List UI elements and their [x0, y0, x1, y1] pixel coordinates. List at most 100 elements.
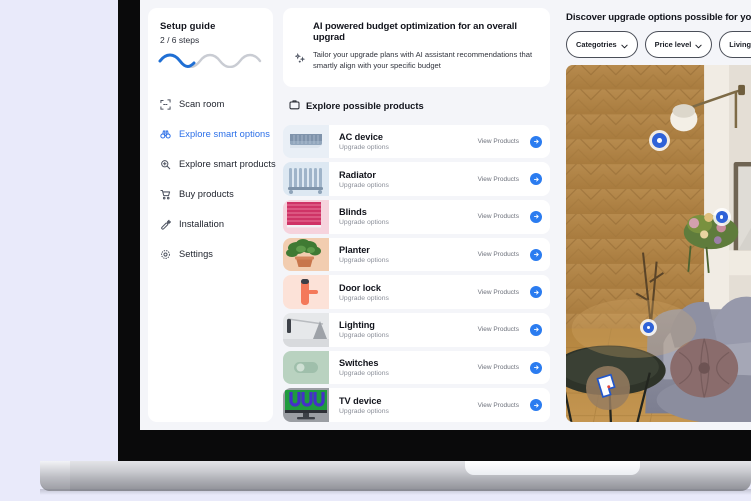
view-products-link[interactable]: View Products [478, 138, 519, 145]
product-title: AC device [339, 132, 383, 143]
sidebar-item-label: Explore smart products [179, 159, 276, 169]
sidebar-item-settings[interactable]: Settings [148, 239, 273, 269]
sidebar-item-buy-products[interactable]: Buy products [148, 179, 273, 209]
room-photo [566, 65, 751, 422]
filter-chip-categories[interactable]: Categotries [566, 31, 638, 58]
sidebar-item-explore-smart-products[interactable]: Explore smart products [148, 149, 276, 179]
laptop-shadow [40, 489, 751, 495]
view-products-link[interactable]: View Products [478, 289, 519, 296]
scan-frame-icon [160, 98, 171, 110]
viewer-panel: Discover upgrade options possible for yo… [560, 8, 751, 422]
sidebar-nav: Scan room Explore smart options Explore … [148, 89, 276, 269]
briefcase-icon [289, 97, 300, 115]
view-products-link[interactable]: View Products [478, 251, 519, 258]
product-title: Radiator [339, 169, 376, 180]
product-list: AC device Upgrade options View Products [283, 124, 550, 422]
view-products-link[interactable]: View Products [478, 364, 519, 371]
arrow-right-circle-icon[interactable] [530, 286, 542, 299]
shopping-cart-icon [160, 189, 171, 200]
product-subtitle: Upgrade options [339, 144, 389, 152]
chevron-down-icon [695, 36, 702, 54]
product-title: Switches [339, 358, 379, 369]
wrench-icon [160, 219, 171, 230]
filter-chip-label: Categotries [576, 40, 617, 49]
room-3d-viewer[interactable] [566, 65, 751, 422]
setup-steps-label: 2 / 6 steps [160, 35, 200, 45]
product-thumbnail-lighting [283, 313, 329, 347]
arrow-right-circle-icon[interactable] [530, 135, 542, 148]
product-title: TV device [339, 395, 382, 406]
product-subtitle: Upgrade options [339, 294, 389, 302]
sidebar-item-scan-room[interactable]: Scan room [148, 89, 273, 119]
view-products-link[interactable]: View Products [478, 176, 519, 183]
sidebar-item-label: Scan room [179, 99, 225, 109]
laptop-screen: Setup guide 2 / 6 steps Scan room Explor… [140, 0, 751, 430]
viewer-panel-title: Discover upgrade options possible for yo… [566, 12, 751, 23]
product-thumbnail-switches [283, 350, 329, 385]
floorplan-minimap-badge[interactable] [586, 366, 630, 410]
product-subtitle: Upgrade options [339, 257, 389, 265]
ai-budget-banner: AI powered budget optimization for an ov… [283, 8, 550, 87]
product-title: Lighting [339, 320, 375, 331]
product-row-ac-device[interactable]: AC device Upgrade options View Products [283, 124, 550, 159]
product-row-radiator[interactable]: Radiator Upgrade options View Products [283, 162, 550, 197]
floorplan-icon [595, 373, 621, 404]
products-section-header: Explore possible products [283, 95, 550, 117]
sidebar-item-label: Explore smart options [179, 129, 270, 139]
product-thumbnail-ac-device [283, 124, 329, 159]
product-subtitle: Upgrade options [339, 370, 389, 378]
view-products-link[interactable]: View Products [478, 402, 519, 409]
laptop-foot-left [40, 461, 70, 491]
sidebar-item-installation[interactable]: Installation [148, 209, 273, 239]
chevron-down-icon [621, 36, 628, 54]
sidebar-item-label: Installation [179, 219, 225, 229]
product-row-switches[interactable]: Switches Upgrade options View Products [283, 350, 550, 385]
sidebar-item-explore-smart-options[interactable]: Explore smart options [148, 119, 273, 149]
product-thumbnail-blinds [283, 200, 329, 234]
filter-chip-room[interactable]: Living room [719, 31, 751, 58]
product-title: Blinds [339, 207, 367, 218]
product-thumbnail-planter [283, 237, 329, 272]
laptop-base [40, 461, 751, 491]
app-window: Setup guide 2 / 6 steps Scan room Explor… [140, 0, 751, 430]
product-row-tv-device[interactable]: TV device Upgrade options View Products [283, 388, 550, 422]
arrow-right-circle-icon[interactable] [530, 173, 542, 186]
arrow-right-circle-icon[interactable] [530, 210, 542, 223]
product-subtitle: Upgrade options [339, 332, 389, 340]
product-subtitle: Upgrade options [339, 219, 389, 227]
product-thumbnail-radiator [283, 162, 329, 197]
binoculars-icon [160, 129, 171, 140]
sidebar-item-label: Buy products [179, 189, 234, 199]
product-row-lighting[interactable]: Lighting Upgrade options View Products [283, 313, 550, 347]
arrow-right-circle-icon[interactable] [530, 323, 542, 336]
laptop-base-notch [465, 461, 640, 475]
filter-chip-label: Price level [654, 40, 692, 49]
product-thumbnail-tv-device [283, 388, 329, 422]
product-thumbnail-door-lock [283, 275, 329, 310]
filter-chip-price-level[interactable]: Price level [644, 31, 713, 58]
view-products-link[interactable]: View Products [478, 213, 519, 220]
product-row-door-lock[interactable]: Door lock Upgrade options View Products [283, 275, 550, 310]
hotspot-wall-lamp[interactable] [652, 132, 668, 148]
magnifier-icon [160, 159, 171, 170]
sidebar: Setup guide 2 / 6 steps Scan room Explor… [148, 8, 276, 422]
arrow-right-circle-icon[interactable] [530, 361, 542, 374]
setup-progress-wave [148, 45, 273, 73]
view-products-link[interactable]: View Products [478, 326, 519, 333]
hotspot-coffee-table[interactable] [643, 322, 655, 334]
products-section-title: Explore possible products [306, 100, 424, 112]
arrow-right-circle-icon[interactable] [530, 248, 542, 261]
sparkle-icon [294, 49, 306, 72]
product-subtitle: Upgrade options [339, 407, 389, 415]
sidebar-item-label: Settings [179, 249, 213, 259]
product-row-blinds[interactable]: Blinds Upgrade options View Products [283, 200, 550, 234]
gear-icon [160, 249, 171, 260]
center-column: AI powered budget optimization for an ov… [283, 8, 550, 422]
product-row-planter[interactable]: Planter Upgrade options View Products [283, 237, 550, 272]
filter-chips: Categotries Price level Living room [560, 23, 751, 65]
product-title: Door lock [339, 282, 381, 293]
hotspot-mirror-area[interactable] [715, 211, 728, 224]
product-title: Planter [339, 245, 370, 256]
arrow-right-circle-icon[interactable] [530, 399, 542, 412]
banner-title: AI powered budget optimization for an ov… [313, 21, 517, 43]
